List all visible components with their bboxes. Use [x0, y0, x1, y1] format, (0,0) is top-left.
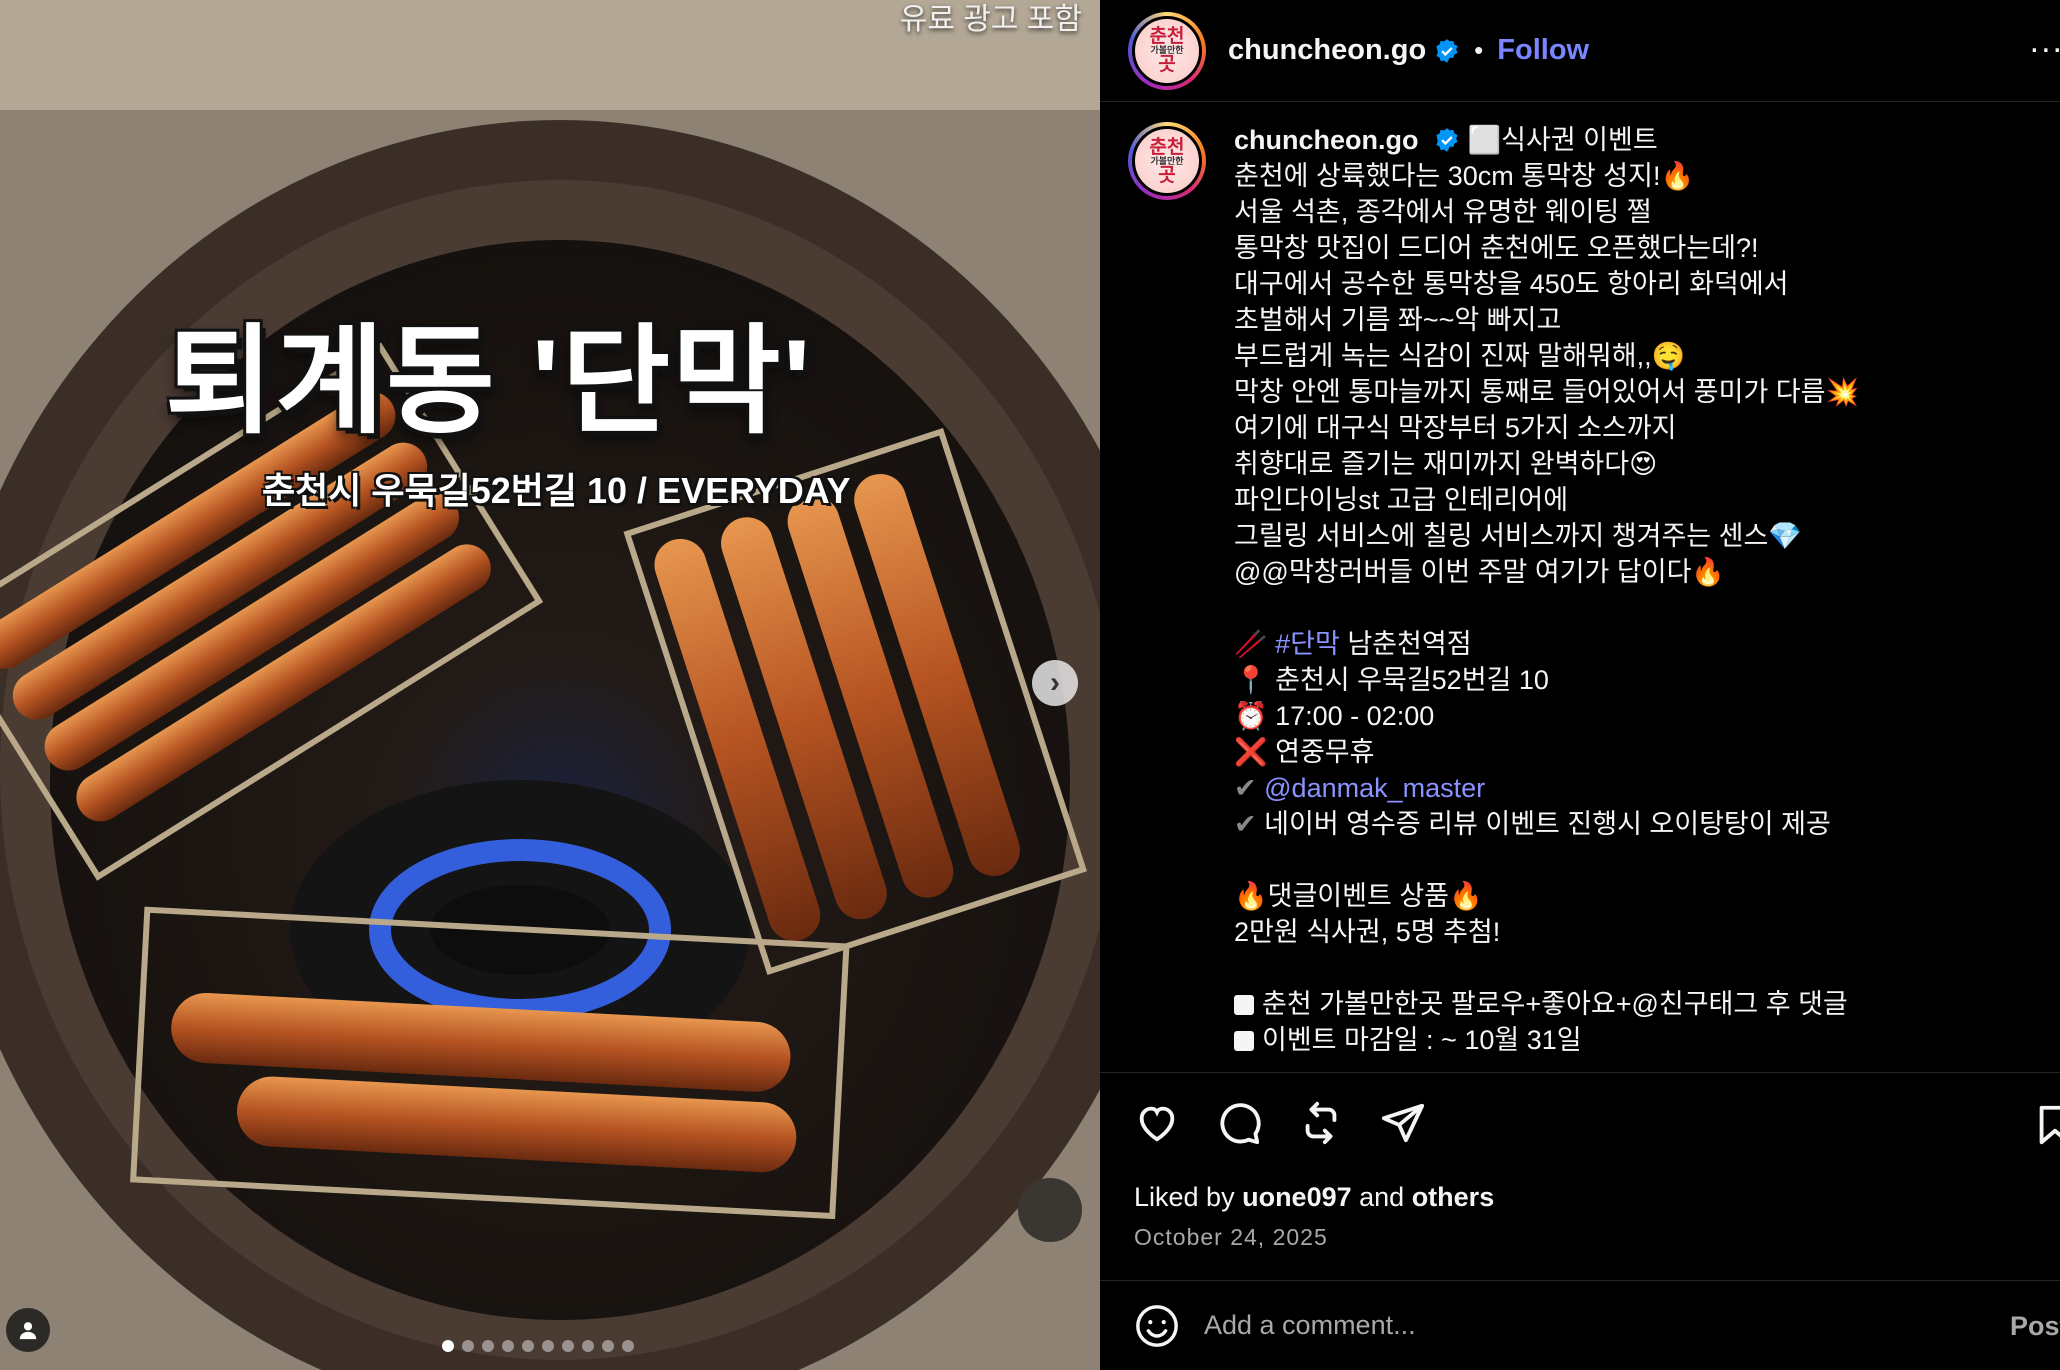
chopsticks-emoji: 🥢	[1234, 629, 1268, 659]
post-date[interactable]: October 24, 2025	[1134, 1224, 1328, 1251]
carousel-dot	[602, 1340, 614, 1352]
post-panel: 춘천 가볼만한 곳 chuncheon.go • Follow ... 춘천 가…	[1100, 0, 2060, 1370]
heart-icon[interactable]	[1134, 1100, 1180, 1146]
paid-partnership-label: 유료 광고 포함	[899, 3, 1082, 36]
caption-line: 대구에서 공수한 통막창을 450도 항아리 화덕에서	[1234, 269, 1789, 299]
event-title: 🔥댓글이벤트 상품🔥	[1234, 881, 1483, 911]
closed-line: ❌ 연중무휴	[1234, 737, 1375, 767]
image-overlay-title: 퇴계동 '단막'	[165, 316, 813, 448]
more-options-button[interactable]: ...	[2030, 22, 2060, 61]
action-bar	[1134, 1100, 1426, 1146]
chevron-right-icon: ›	[1050, 666, 1060, 699]
liked-by-user-link[interactable]: uone097	[1242, 1182, 1352, 1212]
repost-icon[interactable]	[1298, 1100, 1344, 1146]
carousel-dot	[582, 1340, 594, 1352]
caption-avatar[interactable]: 춘천 가볼만한 곳	[1128, 122, 1206, 200]
likes-summary: Liked by uone097 and others	[1134, 1182, 1495, 1212]
mention-line: ✔ @danmak_master	[1234, 770, 1859, 806]
carousel-dot	[482, 1340, 494, 1352]
likes-others-link[interactable]: others	[1412, 1182, 1495, 1212]
tagged-users-button[interactable]	[6, 1308, 50, 1352]
caption-text: chuncheon.go ⬜식사권 이벤트 춘천에 상륙했다는 30cm 통막창…	[1234, 122, 1859, 1058]
caption-line: 막창 안엔 통마늘까지 통째로 들어있어서 풍미가 다름💥	[1234, 377, 1860, 407]
post-header: 춘천 가볼만한 곳 chuncheon.go • Follow ...	[1100, 0, 2060, 102]
square-bullet-icon	[1234, 1031, 1254, 1051]
verified-badge-icon	[1436, 38, 1458, 63]
user-icon	[19, 1322, 37, 1340]
store-name-line: 🥢 #단막 남춘천역점	[1234, 626, 1859, 662]
caption-line: 서울 석촌, 종각에서 유명한 웨이팅 쩔	[1234, 197, 1652, 227]
carousel-dot	[462, 1340, 474, 1352]
emoji-icon[interactable]	[1134, 1303, 1180, 1349]
caption-line: @@막창러버들 이번 주말 여기가 답이다🔥	[1234, 557, 1726, 587]
check-icon: ✔	[1234, 809, 1257, 839]
carousel-indicator	[442, 1340, 634, 1352]
carousel-dot	[502, 1340, 514, 1352]
carousel-dot	[542, 1340, 554, 1352]
square-bullet-icon	[1234, 995, 1254, 1015]
comment-icon[interactable]	[1216, 1100, 1262, 1146]
comment-bar: Post	[1100, 1280, 2060, 1370]
check-icon: ✔	[1234, 773, 1257, 803]
review-event-line: ✔ 네이버 영수증 리뷰 이벤트 진행시 오이탕탕이 제공	[1234, 809, 1831, 839]
verified-badge-icon	[1436, 128, 1458, 152]
caption-line: 통막창 맛집이 드디어 춘천에도 오픈했다는데?!	[1234, 233, 1759, 263]
image-overlay-subtitle: 춘천시 우묵길52번길 10 / EVERYDAY	[262, 470, 851, 511]
username-link[interactable]: chuncheon.go	[1228, 34, 1426, 67]
carousel-dot	[622, 1340, 634, 1352]
post-media[interactable]: 유료 광고 포함 퇴계동 '단막' 춘천시 우묵길52번길 10 / EVERY…	[0, 0, 1100, 1370]
carousel-dot	[522, 1340, 534, 1352]
branch-name: 남춘천역점	[1339, 629, 1472, 659]
event-rule: 춘천 가볼만한곳 팔로우+좋아요+@친구태그 후 댓글	[1234, 986, 1859, 1022]
separator: •	[1474, 35, 1484, 65]
caption-line: 부드럽게 녹는 식감이 진짜 말해뭐해,,🤤	[1234, 341, 1686, 371]
mention-link[interactable]: @danmak_master	[1264, 773, 1485, 803]
hours-line: ⏰ 17:00 - 02:00	[1234, 701, 1435, 731]
avatar[interactable]: 춘천 가볼만한 곳	[1128, 11, 1206, 90]
caption-line: 취향대로 즐기는 재미까지 완벽하다😍	[1234, 449, 1658, 479]
divider	[1100, 1072, 2060, 1073]
share-icon[interactable]	[1380, 1100, 1426, 1146]
caption-line: 초벌해서 기름 쫘~~악 빠지고	[1234, 305, 1562, 335]
event-rule: 이벤트 마감일 : ~ 10월 31일	[1234, 1022, 1859, 1058]
post-caption: 춘천 가볼만한 곳 chuncheon.go ⬜식사권 이벤트 춘천에 상륙했다…	[1128, 122, 2028, 1058]
bookmark-icon[interactable]	[2032, 1102, 2060, 1148]
caption-line: 파인다이닝st 고급 인테리어에	[1234, 485, 1569, 515]
carousel-dot	[562, 1340, 574, 1352]
follow-button[interactable]: Follow	[1497, 34, 1589, 67]
hashtag-link[interactable]: #단막	[1275, 629, 1340, 659]
carousel-next-button[interactable]: ›	[1032, 660, 1078, 706]
event-prize: 2만원 식사권, 5명 추첨!	[1234, 917, 1501, 947]
caption-line: 여기에 대구식 막장부터 5가지 소스까지	[1234, 413, 1677, 443]
comment-input[interactable]	[1204, 1310, 1964, 1341]
caption-username[interactable]: chuncheon.go	[1234, 125, 1419, 155]
caption-line: ⬜식사권 이벤트	[1467, 125, 1658, 155]
caption-line: 그릴링 서비스에 칠링 서비스까지 챙겨주는 센스💎	[1234, 521, 1802, 551]
address-line: 📍 춘천시 우묵길52번길 10	[1234, 665, 1549, 695]
carousel-dot	[442, 1340, 454, 1352]
caption-line: 춘천에 상륙했다는 30cm 통막창 성지!🔥	[1234, 161, 1695, 191]
food-photo	[0, 0, 1100, 1370]
post-comment-button[interactable]: Post	[2010, 1311, 2060, 1342]
